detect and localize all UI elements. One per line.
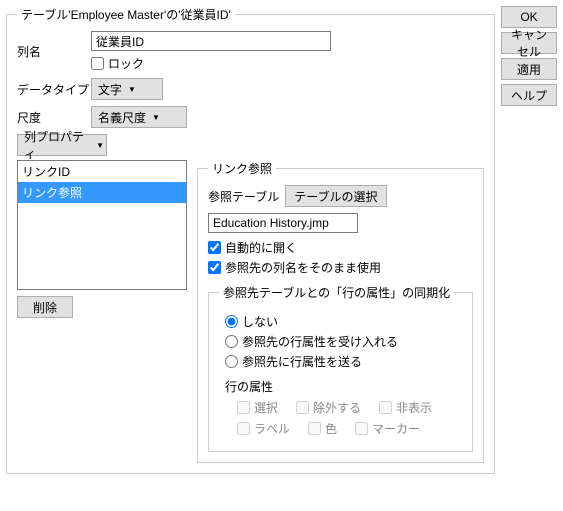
apply-button[interactable]: 適用 bbox=[501, 58, 557, 80]
radio-none[interactable]: しない bbox=[225, 313, 462, 330]
ref-table-label: 参照テーブル bbox=[208, 188, 279, 205]
attr-exclude: 除外する bbox=[296, 399, 361, 416]
list-item[interactable]: リンクID bbox=[18, 161, 186, 182]
use-ref-colname-checkbox[interactable]: 参照先の列名をそのまま使用 bbox=[208, 259, 473, 276]
row-attr-label: 行の属性 bbox=[219, 378, 462, 395]
scale-select[interactable]: 名義尺度 ▼ bbox=[91, 106, 187, 128]
attr-color: 色 bbox=[308, 420, 337, 437]
list-item[interactable]: リンク参照 bbox=[18, 182, 186, 203]
col-name-input[interactable] bbox=[91, 31, 331, 51]
chevron-down-icon: ▼ bbox=[152, 113, 160, 122]
attr-marker: マーカー bbox=[355, 420, 420, 437]
radio-accept[interactable]: 参照先の行属性を受け入れる bbox=[225, 333, 462, 350]
lock-label: ロック bbox=[108, 55, 144, 72]
link-ref-group: リンク参照 参照テーブル テーブルの選択 自動的に開く 参照先の列名をそのまま使… bbox=[197, 160, 484, 463]
data-type-label: データタイプ bbox=[17, 81, 91, 98]
delete-button[interactable]: 削除 bbox=[17, 296, 73, 318]
cancel-button[interactable]: キャンセル bbox=[501, 32, 557, 54]
data-type-select[interactable]: 文字 ▼ bbox=[91, 78, 163, 100]
select-table-button[interactable]: テーブルの選択 bbox=[285, 185, 386, 207]
ok-button[interactable]: OK bbox=[501, 6, 557, 28]
auto-open-checkbox-input[interactable] bbox=[208, 241, 221, 254]
ref-table-input[interactable] bbox=[208, 213, 358, 233]
chevron-down-icon: ▼ bbox=[96, 141, 104, 150]
sync-group: 参照先テーブルとの「行の属性」の同期化 しない 参照先の行属性を受け入れる bbox=[208, 284, 473, 452]
help-button[interactable]: ヘルプ bbox=[501, 84, 557, 106]
scale-label: 尺度 bbox=[17, 109, 91, 126]
attr-hide: 非表示 bbox=[379, 399, 432, 416]
auto-open-checkbox[interactable]: 自動的に開く bbox=[208, 239, 473, 256]
main-group: テーブル'Employee Master'の'従業員ID' 列名 ロック データ… bbox=[6, 6, 495, 474]
link-ref-legend: リンク参照 bbox=[208, 160, 276, 177]
col-property-select[interactable]: 列プロパティ ▼ bbox=[17, 134, 107, 156]
sync-legend: 参照先テーブルとの「行の属性」の同期化 bbox=[219, 284, 454, 301]
property-listbox[interactable]: リンクIDリンク参照 bbox=[17, 160, 187, 290]
col-name-label: 列名 bbox=[17, 43, 91, 60]
use-ref-colname-checkbox-input[interactable] bbox=[208, 261, 221, 274]
attr-label: ラベル bbox=[237, 420, 290, 437]
attr-select: 選択 bbox=[237, 399, 278, 416]
lock-checkbox[interactable]: ロック bbox=[91, 55, 331, 72]
radio-send[interactable]: 参照先に行属性を送る bbox=[225, 353, 462, 370]
lock-checkbox-input[interactable] bbox=[91, 57, 104, 70]
chevron-down-icon: ▼ bbox=[128, 85, 136, 94]
main-legend: テーブル'Employee Master'の'従業員ID' bbox=[17, 6, 235, 23]
